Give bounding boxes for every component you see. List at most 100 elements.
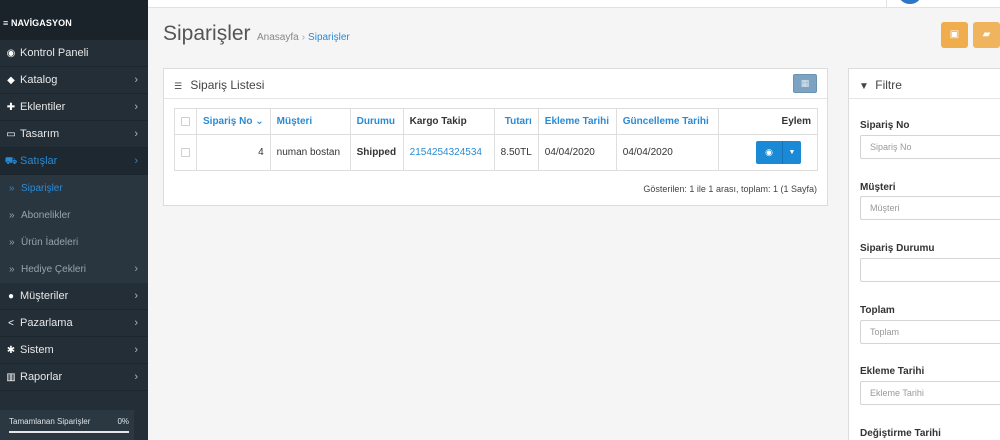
row-checkbox[interactable]	[181, 147, 190, 157]
column-date-added[interactable]: Ekleme Tarihi	[537, 108, 617, 135]
sidebar-item-label: Tasarım	[20, 128, 60, 140]
breadcrumb-separator: ›	[301, 32, 306, 43]
sidebar-item-customers[interactable]: ● Müşteriler ›	[0, 283, 148, 310]
date-added-label: Ekleme Tarihi	[860, 366, 925, 377]
tracking-link[interactable]: 2154254324534	[410, 147, 482, 158]
sidebar-item-label: Katalog	[20, 74, 58, 86]
table-row: 4 numan bostan Shipped 2154254324534 8.5…	[174, 134, 819, 171]
top-header-bar	[148, 0, 1000, 8]
sidebar-subitem-subscriptions[interactable]: » Abonelikler	[0, 202, 148, 229]
column-date-modified[interactable]: Güncelleme Tarihi	[615, 108, 719, 135]
sidebar-item-sales[interactable]: ⛟ Satışlar ›	[0, 148, 148, 175]
shipping-button[interactable]: ▰	[973, 22, 1000, 48]
order-no-label: Sipariş No	[860, 120, 910, 131]
share-icon: <	[8, 318, 14, 329]
breadcrumb-home[interactable]: Anasayfa	[257, 32, 299, 43]
sidebar-item-reports[interactable]: ▥ Raporlar ›	[0, 364, 148, 391]
total-label: Toplam	[860, 305, 895, 316]
chevron-right-icon: ›	[134, 263, 138, 275]
column-customer[interactable]: Müşteri	[269, 108, 351, 135]
view-toggle-button[interactable]: ▦	[793, 74, 817, 93]
column-label: Eylem	[781, 116, 811, 127]
double-chevron-icon: »	[9, 210, 15, 221]
chevron-right-icon: ›	[134, 128, 138, 140]
sidebar-item-dashboard[interactable]: ◉ Kontrol Paneli	[0, 40, 148, 67]
sidebar-subitem-label: Abonelikler	[21, 210, 71, 221]
sidebar-item-design[interactable]: ▭ Tasarım ›	[0, 121, 148, 148]
column-label: Durumu	[356, 116, 395, 127]
action-dropdown-button[interactable]: ▼	[782, 141, 801, 164]
sidebar-subitem-label: Hediye Çekleri	[21, 264, 87, 275]
avatar[interactable]	[899, 0, 921, 4]
sidebar-subitem-gift-vouchers[interactable]: » Hediye Çekleri ›	[0, 256, 148, 283]
column-label: Tutarı	[504, 116, 532, 127]
progress-bar	[9, 431, 129, 433]
columns-icon: ▦	[800, 78, 810, 88]
chevron-right-icon: ›	[134, 317, 138, 329]
cell-customer: numan bostan	[269, 134, 351, 171]
double-chevron-icon: »	[9, 237, 15, 248]
order-status-select[interactable]	[860, 258, 1000, 282]
select-all-checkbox[interactable]	[181, 116, 190, 126]
column-status[interactable]: Durumu	[349, 108, 404, 135]
column-order-no[interactable]: Sipariş No ⌄	[196, 108, 271, 135]
column-total[interactable]: Tutarı	[493, 108, 539, 135]
cell-actions: ◉ ▼	[717, 134, 819, 171]
double-chevron-icon: »	[9, 183, 15, 194]
cell-date-modified: 04/04/2020	[615, 134, 719, 171]
chevron-right-icon: ›	[134, 101, 138, 113]
filter-panel: ▼ Filtre Sipariş No Müşteri Sipariş Duru…	[848, 68, 1000, 440]
sidebar-item-marketing[interactable]: < Pazarlama ›	[0, 310, 148, 337]
user-menu[interactable]	[886, 0, 1000, 8]
breadcrumb: Anasayfa › Siparişler	[257, 32, 350, 43]
filter-square-icon: ▣	[949, 29, 960, 40]
cell-tracking: 2154254324534	[402, 134, 495, 171]
sidebar-item-system[interactable]: ✱ Sistem ›	[0, 337, 148, 364]
sidebar-menu: ◉ Kontrol Paneli ◆ Katalog › ✚ Eklentile…	[0, 40, 148, 175]
chevron-right-icon: ›	[134, 155, 138, 167]
sidebar: ≡ NAVİGASYON ◉ Kontrol Paneli ◆ Katalog …	[0, 0, 148, 440]
customer-input[interactable]	[860, 196, 1000, 220]
filter-heading: ▼ Filtre	[849, 69, 1000, 99]
user-icon: ●	[7, 291, 15, 302]
caret-down-icon: ▼	[788, 149, 796, 156]
panel-title: Sipariş Listesi	[190, 78, 265, 92]
breadcrumb-current[interactable]: Siparişler	[308, 32, 350, 43]
order-no-input[interactable]	[860, 135, 1000, 159]
sidebar-subitem-orders[interactable]: » Siparişler	[0, 175, 148, 202]
filter-title: Filtre	[875, 78, 902, 92]
cell-order-no: 4	[196, 134, 271, 171]
filter-toggle-button[interactable]: ▣	[941, 22, 968, 48]
column-label: Sipariş No	[203, 116, 253, 127]
sidebar-item-label: Kontrol Paneli	[20, 47, 89, 59]
navigation-header[interactable]: ≡ NAVİGASYON	[0, 0, 148, 40]
sidebar-item-extensions[interactable]: ✚ Eklentiler ›	[0, 94, 148, 121]
eye-icon: ◉	[765, 147, 773, 157]
truck-icon: ▰	[982, 29, 991, 40]
cell-total: 8.50TL	[493, 134, 539, 171]
customer-label: Müşteri	[860, 182, 896, 193]
table-header-row: Sipariş No ⌄ Müşteri Durumu Kargo Takip …	[174, 108, 819, 135]
cell-date-added: 04/04/2020	[537, 134, 617, 171]
pagination-info: Gösterilen: 1 ile 1 arası, toplam: 1 (1 …	[643, 184, 817, 194]
orders-table: Sipariş No ⌄ Müşteri Durumu Kargo Takip …	[174, 108, 819, 171]
sidebar-item-label: Eklentiler	[20, 101, 66, 113]
sidebar-subitem-returns[interactable]: » Ürün İadeleri	[0, 229, 148, 256]
date-added-input[interactable]	[860, 381, 1000, 405]
progress-label: Tamamlanan Siparişler	[9, 417, 91, 426]
sidebar-item-label: Raporlar	[20, 371, 63, 383]
cart-icon: ⛟	[4, 156, 18, 167]
sidebar-item-catalog[interactable]: ◆ Katalog ›	[0, 67, 148, 94]
sidebar-subitem-label: Siparişler	[21, 183, 63, 194]
chevron-right-icon: ›	[134, 290, 138, 302]
list-icon: ☰	[174, 81, 183, 91]
row-select-cell	[174, 134, 197, 171]
sidebar-item-label: Satışlar	[20, 155, 58, 167]
view-order-button[interactable]: ◉	[756, 141, 782, 164]
column-label: Ekleme Tarihi	[544, 116, 610, 127]
progress-row: Tamamlanan Siparişler 0%	[9, 417, 134, 426]
sort-caret-icon: ⌄	[255, 116, 264, 127]
tag-icon: ◆	[7, 75, 15, 86]
total-input[interactable]	[860, 320, 1000, 344]
date-modified-label: Değiştirme Tarihi	[860, 428, 941, 439]
